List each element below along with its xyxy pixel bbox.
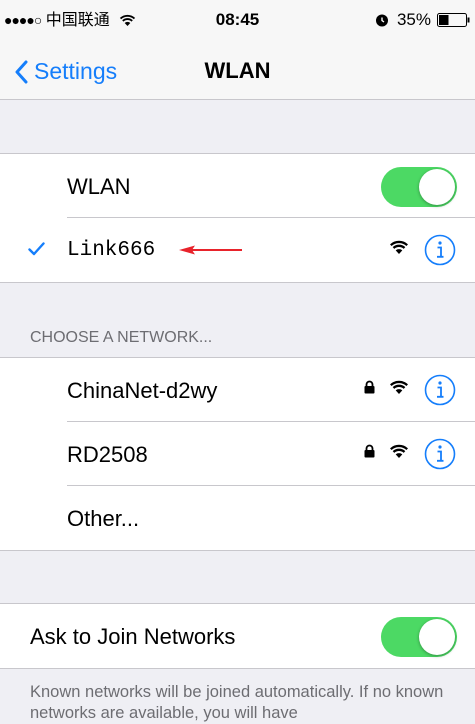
ask-to-join-switch[interactable] bbox=[381, 617, 457, 657]
switch-knob bbox=[419, 169, 455, 205]
alarm-icon bbox=[375, 14, 388, 27]
ask-to-join-group: Ask to Join Networks bbox=[0, 603, 475, 669]
wlan-switch[interactable] bbox=[381, 167, 457, 207]
info-icon[interactable] bbox=[424, 374, 456, 406]
wifi-icon bbox=[390, 444, 408, 458]
battery-icon bbox=[437, 13, 470, 27]
red-arrow-icon bbox=[179, 245, 242, 255]
status-bar: ●●●●○ 中国联通 08:45 35% bbox=[0, 0, 475, 40]
network-name: Link666 bbox=[67, 239, 156, 262]
lock-icon bbox=[364, 380, 375, 394]
ask-to-join-row: Ask to Join Networks bbox=[0, 604, 475, 668]
wlan-toggle-row: WLAN bbox=[0, 154, 475, 218]
connected-network-row[interactable]: Link666 bbox=[0, 218, 475, 282]
page-title: WLAN bbox=[204, 58, 271, 83]
navigation-bar: Settings WLAN bbox=[0, 40, 475, 100]
battery-percent: 35% bbox=[396, 10, 431, 29]
wifi-icon bbox=[390, 380, 408, 394]
networks-group: ChinaNet-d2wy RD2508 Other... bbox=[0, 357, 475, 551]
checkmark-icon bbox=[28, 242, 45, 256]
section-header: CHOOSE A NETWORK... bbox=[30, 329, 213, 346]
network-row[interactable]: ChinaNet-d2wy bbox=[0, 358, 475, 422]
network-name: RD2508 bbox=[67, 442, 148, 467]
other-network-row[interactable]: Other... bbox=[0, 486, 475, 550]
switch-knob bbox=[419, 619, 455, 655]
lock-icon bbox=[364, 444, 375, 458]
other-label: Other... bbox=[67, 506, 140, 531]
network-row[interactable]: RD2508 bbox=[0, 422, 475, 486]
ask-to-join-label: Ask to Join Networks bbox=[30, 624, 236, 649]
wifi-icon bbox=[390, 240, 408, 254]
info-icon[interactable] bbox=[424, 438, 456, 470]
status-right: 35% bbox=[375, 10, 471, 30]
wlan-group: WLAN Link666 bbox=[0, 153, 475, 283]
network-name: ChinaNet-d2wy bbox=[67, 378, 218, 403]
footer-note: Known networks will be joined automatica… bbox=[30, 683, 444, 722]
wlan-label: WLAN bbox=[67, 174, 131, 199]
info-icon[interactable] bbox=[424, 234, 456, 266]
